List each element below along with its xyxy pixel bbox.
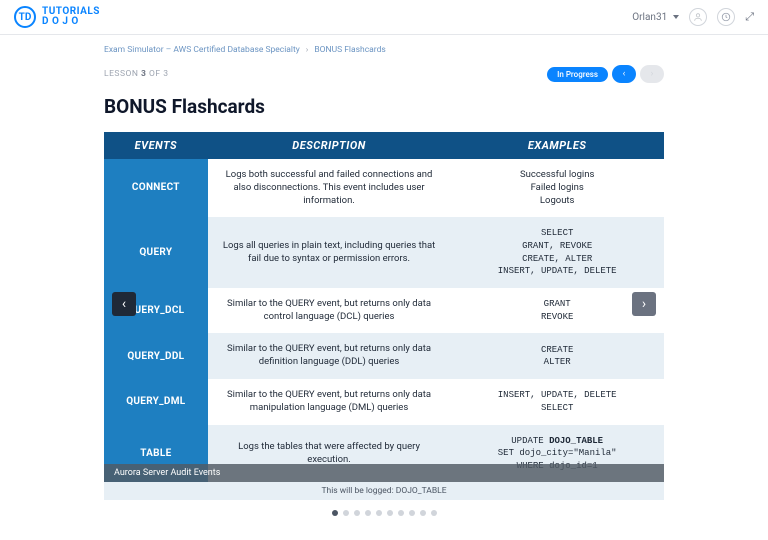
th-description: DESCRIPTION [208,132,451,159]
brand[interactable]: TD TUTORIALS D O J O [14,6,100,28]
expand-icon[interactable]: ⤢ [745,10,754,24]
cell-examples: INSERT, UPDATE, DELETESELECT [450,379,664,425]
lesson-current: 3 [141,69,146,79]
slide-next-button[interactable]: › [632,292,656,316]
flashcard-slide: ‹ › EVENTS DESCRIPTION EXAMPLES CONNECTL… [104,132,664,500]
main-container: Exam Simulator – AWS Certified Database … [104,35,664,540]
chevron-left-icon: ‹ [122,296,126,312]
cell-examples: CREATEALTER [450,333,664,379]
cell-description: Similar to the QUERY event, but returns … [208,379,451,425]
slide-dots [104,510,664,516]
table-row: QUERY_DCLSimilar to the QUERY event, but… [104,288,664,334]
breadcrumb-sep: › [306,45,309,55]
brand-logo-icon: TD [14,6,36,28]
slide-dot[interactable] [409,510,415,516]
avatar-icon[interactable] [689,8,707,26]
slide-dot[interactable] [343,510,349,516]
table-row: TABLELogs the tables that were affected … [104,425,664,483]
cell-examples: Successful loginsFailed loginsLogouts [450,159,664,217]
lesson-prev-button[interactable]: ‹ [612,65,636,83]
cell-event: QUERY_DDL [104,333,208,379]
cell-event: QUERY_DML [104,379,208,425]
page-title: BONUS Flashcards [104,95,664,118]
slide-dot[interactable] [376,510,382,516]
lesson-counter: LESSON 3 OF 3 [104,69,168,79]
th-examples: EXAMPLES [450,132,664,159]
cell-description: Similar to the QUERY event, but returns … [208,288,451,334]
slide-prev-button[interactable]: ‹ [112,292,136,316]
lesson-next-button[interactable]: › [640,65,664,83]
cell-description: Logs the tables that were affected by qu… [208,425,451,483]
lesson-word: LESSON [104,69,138,79]
app-header: TD TUTORIALS D O J O Orlan31 ⤢ [0,0,768,35]
events-table: EVENTS DESCRIPTION EXAMPLES CONNECTLogs … [104,132,664,482]
slide-dot[interactable] [332,510,338,516]
slide-dot[interactable] [387,510,393,516]
slide-dot[interactable] [365,510,371,516]
chevron-right-icon: › [651,69,654,79]
lesson-meta-row: LESSON 3 OF 3 In Progress ‹ › [104,65,664,95]
th-events: EVENTS [104,132,208,159]
slide-dot[interactable] [431,510,437,516]
header-right: Orlan31 ⤢ [632,8,754,26]
table-row: CONNECTLogs both successful and failed c… [104,159,664,217]
table-row: QUERY_DMLSimilar to the QUERY event, but… [104,379,664,425]
chevron-right-icon: › [642,296,646,312]
cell-event: QUERY [104,217,208,287]
lesson-of: OF [149,69,161,79]
cell-event: TABLE [104,425,208,483]
username-label: Orlan31 [632,12,667,23]
cell-examples: SELECTGRANT, REVOKECREATE, ALTERINSERT, … [450,217,664,287]
chevron-left-icon: ‹ [623,69,626,79]
brand-text: TUTORIALS D O J O [42,7,100,27]
brand-line-bottom: D O J O [42,17,100,27]
lesson-status-group: In Progress ‹ › [547,65,664,83]
slide-dot[interactable] [398,510,404,516]
cell-examples: UPDATE DOJO_TABLESET dojo_city="Manila"W… [450,425,664,483]
user-menu[interactable]: Orlan31 [632,12,679,23]
slide-dot[interactable] [420,510,426,516]
table-row: QUERYLogs all queries in plain text, inc… [104,217,664,287]
slide-dot[interactable] [354,510,360,516]
table-footnote: This will be logged: DOJO_TABLE [104,482,664,500]
cell-description: Logs all queries in plain text, includin… [208,217,451,287]
table-row: QUERY_DDLSimilar to the QUERY event, but… [104,333,664,379]
cell-description: Logs both successful and failed connecti… [208,159,451,217]
status-badge: In Progress [547,67,608,82]
table-header-row: EVENTS DESCRIPTION EXAMPLES [104,132,664,159]
breadcrumb-link-course[interactable]: Exam Simulator – AWS Certified Database … [104,45,300,55]
lesson-total: 3 [163,69,168,79]
cell-event: CONNECT [104,159,208,217]
breadcrumb: Exam Simulator – AWS Certified Database … [104,43,664,65]
breadcrumb-link-lesson[interactable]: BONUS Flashcards [314,45,385,55]
cell-description: Similar to the QUERY event, but returns … [208,333,451,379]
recent-icon[interactable] [717,8,735,26]
